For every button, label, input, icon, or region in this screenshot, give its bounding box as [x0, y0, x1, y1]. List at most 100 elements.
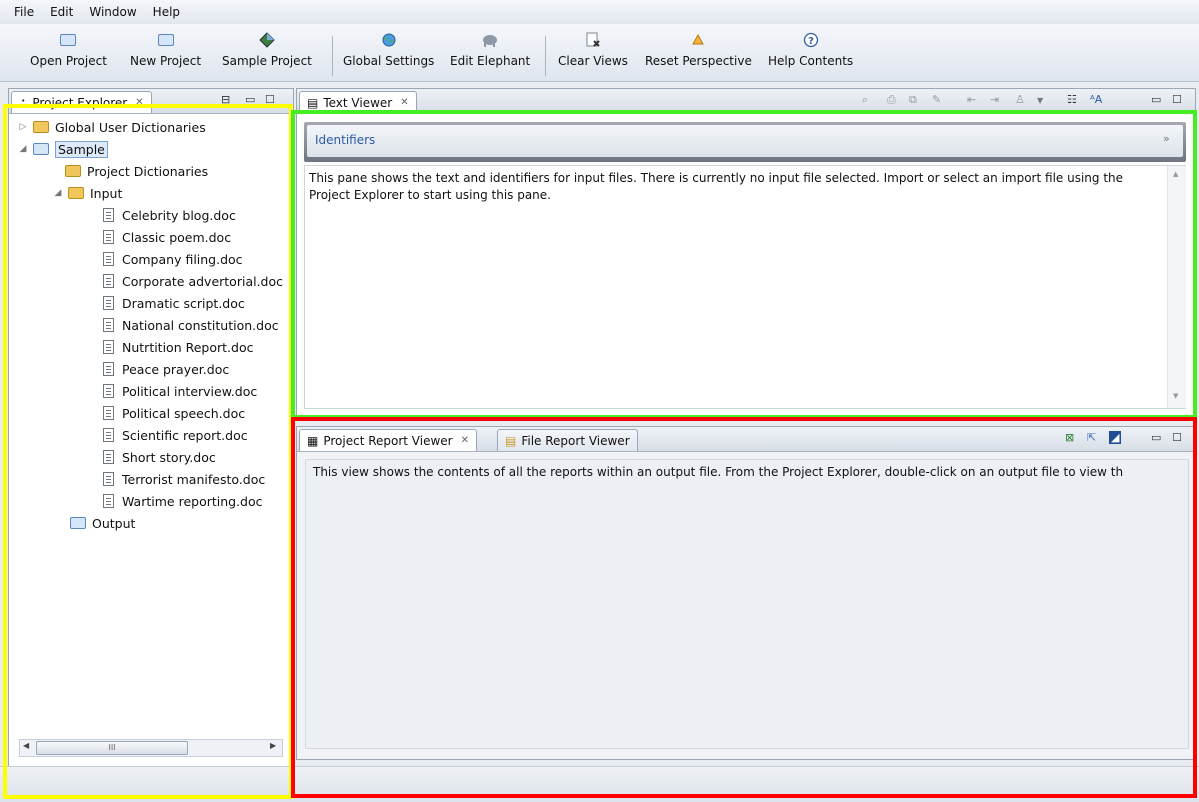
print-icon[interactable]: ⎙ — [887, 93, 896, 107]
minimize-icon[interactable]: ▭ — [1151, 431, 1161, 444]
tree-item-label: Sample — [55, 140, 108, 158]
elephant-icon — [480, 30, 500, 50]
minimize-icon[interactable]: ▭ — [245, 93, 255, 106]
identifiers-title: Identifiers — [315, 133, 376, 147]
menu-window[interactable]: Window — [81, 0, 144, 24]
maximize-icon[interactable]: ☐ — [1172, 93, 1182, 106]
tab-project-report-viewer[interactable]: ▦ Project Report Viewer ✕ — [299, 429, 477, 451]
tree-item-file[interactable]: Short story.doc — [99, 446, 216, 468]
reset-perspective-button[interactable]: Reset Perspective — [645, 30, 752, 68]
prev-document-icon[interactable]: ⇤ — [967, 93, 976, 106]
tree-item-global-dictionaries[interactable]: ▷ Global User Dictionaries — [17, 116, 206, 138]
tree-item-file[interactable]: Wartime reporting.doc — [99, 490, 263, 512]
document-icon: ▤ — [307, 95, 319, 110]
new-project-button[interactable]: New Project — [130, 30, 201, 68]
chevron-double-down-icon[interactable]: » — [1163, 132, 1170, 145]
tree-item-label: National constitution.doc — [122, 317, 279, 333]
tab-project-explorer-label: Project Explorer — [32, 95, 128, 110]
tree-item-input[interactable]: ◢ Input — [52, 182, 123, 204]
tree-item-project-dictionaries[interactable]: Project Dictionaries — [64, 160, 208, 182]
scroll-down-icon[interactable]: ▼ — [1173, 392, 1178, 400]
tree-item-file[interactable]: Celebrity blog.doc — [99, 204, 236, 226]
edit-icon[interactable]: ✎ — [932, 93, 941, 106]
close-icon[interactable]: ✕ — [461, 435, 469, 446]
maximize-icon[interactable]: ☐ — [265, 93, 275, 106]
horizontal-scrollbar[interactable]: ◀ III ▶ — [19, 739, 283, 757]
next-document-icon[interactable]: ⇥ — [990, 93, 999, 106]
find-icon[interactable]: ⌕ — [862, 93, 868, 107]
scroll-up-icon[interactable]: ▲ — [1173, 170, 1178, 178]
scroll-left-icon[interactable]: ◀ — [23, 741, 29, 750]
dropdown-icon[interactable]: ▼ — [1037, 96, 1043, 105]
sample-project-button[interactable]: Sample Project — [222, 30, 312, 68]
close-icon[interactable]: ✕ — [400, 97, 408, 108]
tree-item-sample[interactable]: ◢ Sample — [17, 138, 108, 160]
tree-item-label: Scientific report.doc — [122, 427, 248, 443]
tree-item-label: Political speech.doc — [122, 405, 246, 421]
tree-item-label: Corporate advertorial.doc — [122, 273, 284, 289]
expand-icon[interactable]: ▷ — [17, 122, 29, 132]
tree-item-file[interactable]: Political interview.doc — [99, 380, 257, 402]
menu-help[interactable]: Help — [145, 0, 188, 24]
tree-item-file[interactable]: Peace prayer.doc — [99, 358, 229, 380]
tree-item-file[interactable]: Classic poem.doc — [99, 226, 231, 248]
toolbar: Open Project New Project Sample Project … — [0, 24, 1199, 82]
collapse-icon[interactable]: ◢ — [17, 144, 29, 154]
help-contents-label: Help Contents — [768, 54, 854, 68]
tree-item-file[interactable]: Dramatic script.doc — [99, 292, 245, 314]
tree-item-file[interactable]: Terrorist manifesto.doc — [99, 468, 265, 490]
menu-edit[interactable]: Edit — [42, 0, 81, 24]
clear-views-button[interactable]: Clear Views — [558, 30, 628, 68]
tree-item-file[interactable]: Corporate advertorial.doc — [99, 270, 283, 292]
identifiers-header[interactable]: Identifiers » — [304, 122, 1186, 162]
toolbar-separator — [545, 36, 546, 76]
scroll-right-icon[interactable]: ▶ — [270, 741, 276, 750]
text-viewer-panel: ▤ Text Viewer ✕ ⌕ ⎙ ⧉ ✎ ⇤ ⇥ ♙ ▼ ☷ ᴬA ▭ ☐… — [296, 88, 1196, 416]
document-icon — [99, 251, 117, 267]
tree-item-label: Short story.doc — [122, 449, 216, 465]
scrollbar-thumb[interactable]: III — [36, 741, 188, 755]
tree-item-label: Celebrity blog.doc — [122, 207, 236, 223]
collapse-icon[interactable]: ◢ — [52, 188, 64, 198]
user-icon[interactable]: ♙ — [1015, 93, 1025, 106]
excel-export-icon[interactable]: ⊠ — [1065, 431, 1074, 444]
export-icon[interactable]: ⇱ — [1087, 431, 1096, 444]
reset-perspective-label: Reset Perspective — [645, 54, 752, 68]
dictionary-icon — [32, 119, 50, 135]
tree-item-file[interactable]: Nutrtition Report.doc — [99, 336, 253, 358]
tab-file-report-viewer[interactable]: ▤ File Report Viewer — [497, 429, 638, 451]
tree-item-output[interactable]: Output — [69, 512, 135, 534]
tab-project-explorer[interactable]: ⛬ Project Explorer ✕ — [11, 91, 152, 113]
diamond-icon — [257, 30, 277, 50]
vertical-scrollbar[interactable]: ▲ ▼ — [1167, 166, 1186, 408]
report-viewer-tabbar: ▦ Project Report Viewer ✕ ▤ File Report … — [297, 427, 1195, 452]
open-project-button[interactable]: Open Project — [30, 30, 107, 68]
close-icon[interactable]: ✕ — [135, 97, 143, 108]
tree-item-label: Nutrtition Report.doc — [122, 339, 254, 355]
tree-item-label: Classic poem.doc — [122, 229, 232, 245]
tab-text-viewer[interactable]: ▤ Text Viewer ✕ — [299, 91, 417, 113]
tree-item-file[interactable]: National constitution.doc — [99, 314, 279, 336]
collapse-all-icon[interactable]: ⊟ — [221, 93, 230, 106]
status-bar — [0, 766, 1199, 802]
document-icon — [99, 207, 117, 223]
help-contents-button[interactable]: ? Help Contents — [768, 30, 853, 68]
tree-item-file[interactable]: Political speech.doc — [99, 402, 245, 424]
outline-icon[interactable]: ☷ — [1067, 93, 1077, 106]
open-folder-icon — [58, 30, 78, 50]
menu-file[interactable]: File — [0, 0, 42, 24]
minimize-icon[interactable]: ▭ — [1151, 93, 1161, 106]
global-settings-button[interactable]: Global Settings — [343, 30, 434, 68]
globe-icon — [379, 30, 399, 50]
edit-elephant-button[interactable]: Edit Elephant — [450, 30, 530, 68]
global-settings-label: Global Settings — [343, 54, 435, 68]
report-viewer-panel: ▦ Project Report Viewer ✕ ▤ File Report … — [296, 426, 1196, 760]
report-viewer-content: This view shows the contents of all the … — [305, 459, 1189, 749]
copy-icon[interactable]: ⧉ — [909, 93, 917, 107]
tree-item-file[interactable]: Scientific report.doc — [99, 424, 248, 446]
font-size-icon[interactable]: ᴬA — [1090, 93, 1102, 106]
edit-elephant-label: Edit Elephant — [450, 54, 531, 68]
tree-item-file[interactable]: Company filing.doc — [99, 248, 243, 270]
maximize-icon[interactable]: ☐ — [1172, 431, 1182, 444]
report-action-icon[interactable]: ◢ — [1109, 431, 1122, 444]
